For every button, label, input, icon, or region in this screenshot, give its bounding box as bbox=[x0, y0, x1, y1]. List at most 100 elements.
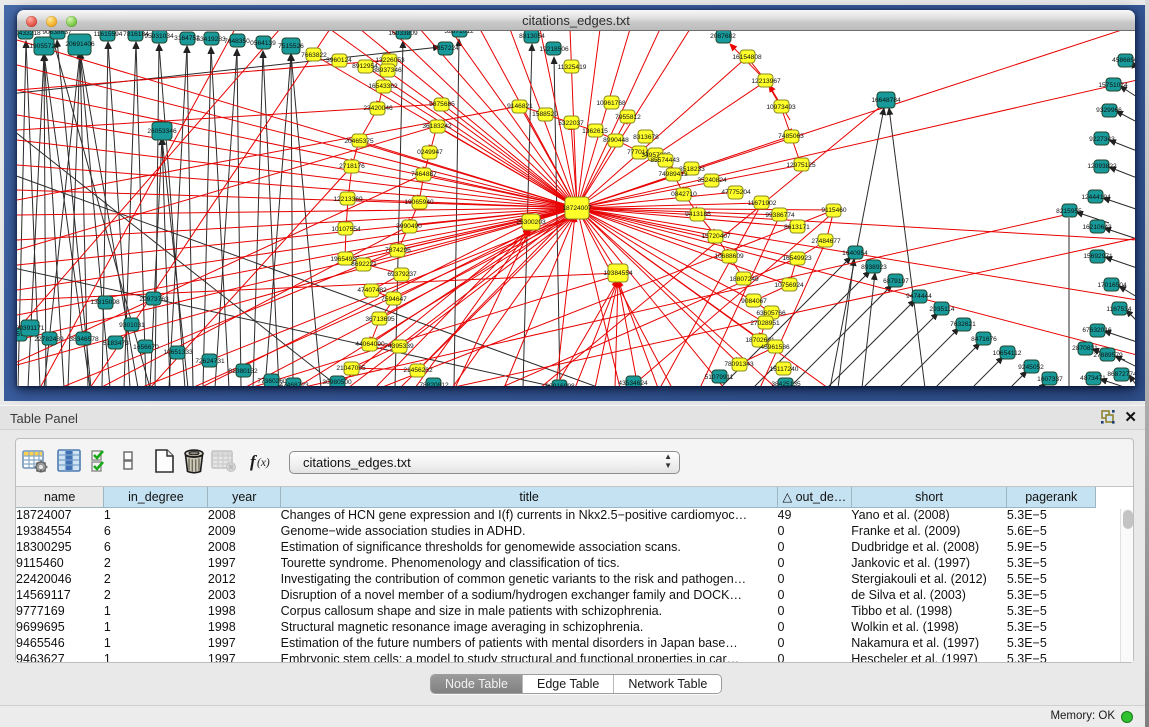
svg-text:32871012: 32871012 bbox=[444, 31, 474, 35]
svg-text:10756924: 10756924 bbox=[774, 282, 804, 289]
svg-text:10654112: 10654112 bbox=[993, 350, 1022, 357]
svg-text:19218506: 19218506 bbox=[539, 46, 569, 53]
svg-text:1167534: 1167534 bbox=[1106, 306, 1132, 313]
svg-text:74395339: 74395339 bbox=[384, 343, 414, 350]
svg-text:7648350: 7648350 bbox=[224, 38, 250, 45]
svg-text:10107554: 10107554 bbox=[331, 226, 361, 233]
svg-text:0842710: 0842710 bbox=[671, 191, 697, 198]
svg-text:7955812: 7955812 bbox=[615, 114, 641, 121]
svg-text:9115460: 9115460 bbox=[821, 207, 847, 214]
svg-text:7515526: 7515526 bbox=[278, 43, 304, 50]
svg-text:16543362: 16543362 bbox=[368, 83, 398, 90]
svg-text:35240824: 35240824 bbox=[697, 177, 727, 184]
svg-text:90916998: 90916998 bbox=[545, 383, 575, 386]
svg-text:67632016: 67632016 bbox=[1082, 327, 1112, 334]
svg-text:8215955: 8215955 bbox=[1056, 208, 1082, 215]
svg-text:5183473: 5183473 bbox=[103, 340, 129, 347]
svg-text:9329966: 9329966 bbox=[1096, 107, 1122, 114]
svg-text:10651333: 10651333 bbox=[163, 349, 193, 356]
svg-text:7663822: 7663822 bbox=[301, 52, 327, 59]
svg-text:11615594: 11615594 bbox=[94, 31, 123, 38]
svg-text:7632621: 7632621 bbox=[950, 321, 976, 328]
svg-text:36183242: 36183242 bbox=[422, 123, 452, 130]
svg-text:26053346: 26053346 bbox=[147, 128, 177, 135]
svg-text:9474444: 9474444 bbox=[906, 293, 932, 300]
svg-text:23420046: 23420046 bbox=[363, 105, 393, 112]
svg-text:1607337: 1607337 bbox=[1037, 376, 1063, 383]
svg-text:47407482: 47407482 bbox=[357, 287, 387, 294]
svg-text:5875685: 5875685 bbox=[429, 101, 455, 108]
svg-text:13315098: 13315098 bbox=[90, 299, 120, 306]
svg-text:7464887: 7464887 bbox=[411, 171, 437, 178]
svg-text:8313678: 8313678 bbox=[633, 134, 659, 141]
svg-text:6879197: 6879197 bbox=[883, 278, 909, 285]
svg-text:25300203: 25300203 bbox=[516, 219, 546, 226]
svg-text:18724007: 18724007 bbox=[562, 205, 592, 212]
svg-text:38346578: 38346578 bbox=[69, 336, 99, 343]
svg-text:72624731: 72624731 bbox=[195, 358, 225, 365]
svg-text:12093822: 12093822 bbox=[1087, 163, 1117, 170]
svg-text:18807249: 18807249 bbox=[729, 276, 759, 283]
svg-text:11671902: 11671902 bbox=[748, 200, 777, 207]
svg-text:7594647: 7594647 bbox=[381, 296, 407, 303]
svg-text:9413186: 9413186 bbox=[685, 211, 711, 218]
svg-text:8938923: 8938923 bbox=[861, 264, 887, 271]
svg-text:11325419: 11325419 bbox=[558, 64, 587, 71]
svg-text:10433218: 10433218 bbox=[17, 31, 41, 37]
svg-text:45961586: 45961586 bbox=[760, 344, 790, 351]
svg-text:10688609: 10688609 bbox=[714, 253, 744, 260]
svg-text:36713695: 36713695 bbox=[365, 316, 395, 323]
svg-text:13226053: 13226053 bbox=[375, 57, 405, 64]
svg-text:16117240: 16117240 bbox=[770, 366, 799, 373]
svg-text:1362615: 1362615 bbox=[582, 128, 608, 135]
svg-text:69379237: 69379237 bbox=[387, 271, 417, 278]
svg-text:7874296: 7874296 bbox=[385, 247, 411, 254]
svg-text:88937346: 88937346 bbox=[372, 67, 402, 74]
svg-text:8613171: 8613171 bbox=[784, 224, 810, 231]
svg-text:16549923: 16549923 bbox=[782, 255, 812, 262]
svg-text:12444194: 12444194 bbox=[1081, 194, 1111, 201]
svg-text:27484677: 27484677 bbox=[811, 238, 841, 245]
svg-text:1588520: 1588520 bbox=[532, 111, 558, 118]
svg-text:47468723: 47468723 bbox=[279, 382, 309, 386]
svg-text:19055721: 19055721 bbox=[29, 43, 59, 50]
svg-text:9245052: 9245052 bbox=[1018, 364, 1044, 371]
svg-text:16033809: 16033809 bbox=[388, 31, 418, 37]
svg-text:0564139: 0564139 bbox=[250, 40, 276, 47]
svg-text:16648784: 16648784 bbox=[871, 97, 901, 104]
svg-text:47775204: 47775204 bbox=[721, 189, 751, 196]
svg-text:15751074: 15751074 bbox=[1098, 82, 1128, 89]
svg-text:81080132: 81080132 bbox=[228, 368, 258, 375]
svg-text:4586850: 4586850 bbox=[1112, 57, 1135, 64]
svg-text:21456232: 21456232 bbox=[403, 367, 433, 374]
svg-text:19384554: 19384554 bbox=[603, 270, 633, 277]
svg-text:15720407: 15720407 bbox=[701, 233, 731, 240]
svg-text:27028951: 27028951 bbox=[750, 320, 780, 327]
svg-text:22782489: 22782489 bbox=[34, 336, 64, 343]
svg-text:78820812: 78820812 bbox=[419, 382, 449, 386]
svg-text:44064090: 44064090 bbox=[355, 341, 385, 348]
svg-text:29973763: 29973763 bbox=[139, 296, 169, 303]
svg-text:17016504: 17016504 bbox=[1097, 282, 1127, 289]
svg-text:3990490: 3990490 bbox=[396, 223, 422, 230]
svg-text:38425135: 38425135 bbox=[771, 381, 801, 386]
svg-text:74989413: 74989413 bbox=[658, 171, 688, 178]
svg-text:8813054: 8813054 bbox=[519, 33, 545, 40]
svg-text:8471676: 8471676 bbox=[971, 336, 997, 343]
svg-text:12975125: 12975125 bbox=[786, 162, 816, 169]
svg-text:27889579: 27889579 bbox=[1093, 352, 1123, 359]
svg-text:3960124: 3960124 bbox=[326, 57, 352, 64]
svg-text:53419283: 53419283 bbox=[196, 36, 226, 43]
svg-text:21047095: 21047095 bbox=[336, 365, 366, 372]
svg-text:12213369: 12213369 bbox=[333, 196, 363, 203]
svg-text:9227343: 9227343 bbox=[1089, 136, 1115, 143]
svg-text:85574443: 85574443 bbox=[650, 157, 680, 164]
svg-text:78091343: 78091343 bbox=[724, 361, 754, 368]
svg-text:1656670: 1656670 bbox=[133, 344, 159, 351]
svg-text:51079911: 51079911 bbox=[705, 374, 734, 381]
svg-text:10973493: 10973493 bbox=[766, 104, 796, 111]
svg-text:99386774: 99386774 bbox=[765, 212, 795, 219]
svg-text:(x): (x) bbox=[257, 457, 270, 469]
svg-text:2870831: 2870831 bbox=[1072, 345, 1098, 352]
svg-text:2087682: 2087682 bbox=[710, 33, 736, 40]
